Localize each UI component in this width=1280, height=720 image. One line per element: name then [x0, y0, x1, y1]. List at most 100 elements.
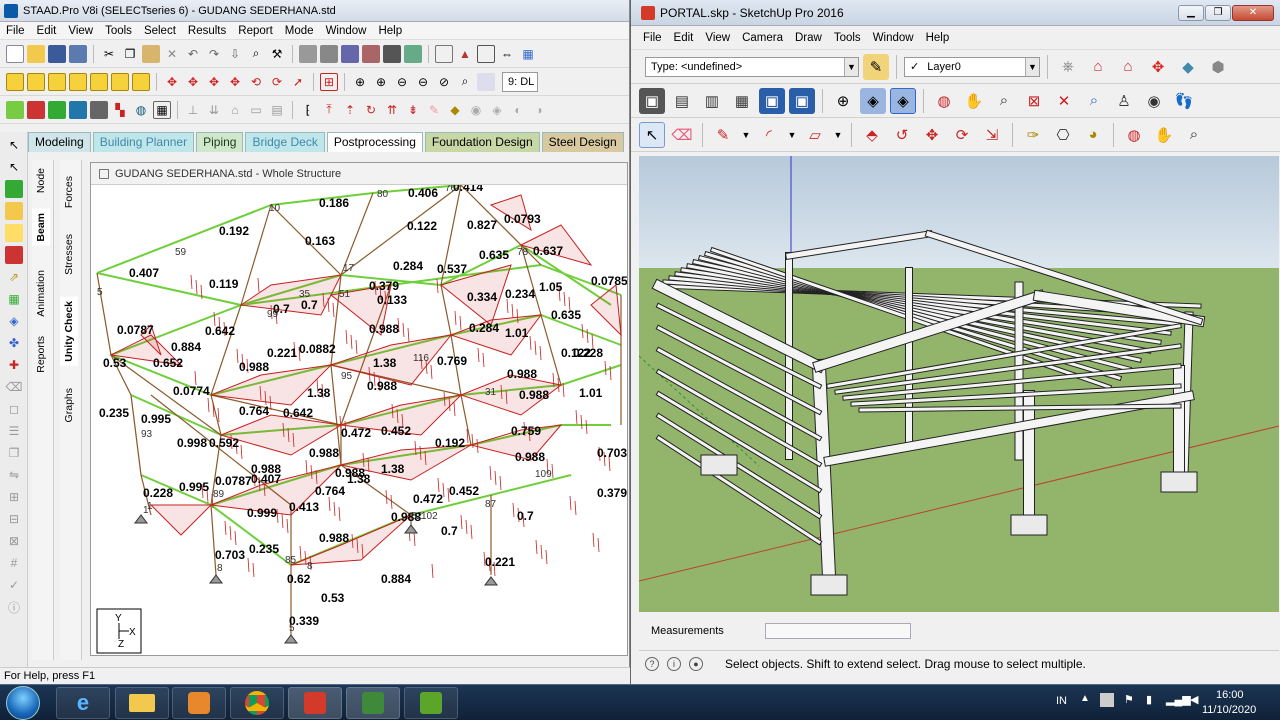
taskbar-chrome[interactable] [230, 687, 284, 719]
staad-menu-results[interactable]: Results [182, 25, 232, 37]
pan-small-icon[interactable]: ✋ [1151, 122, 1177, 148]
paint-bucket-icon[interactable]: ✎ [863, 53, 889, 80]
rotate-icon[interactable]: ⟳ [949, 122, 975, 148]
tape-measure-icon[interactable]: ✑ [1020, 122, 1046, 148]
eraser-tool-icon[interactable]: ⌫ [5, 378, 23, 396]
vtab-beam[interactable]: Beam [32, 209, 50, 246]
member-52[interactable] [210, 304, 242, 396]
vtab-animation[interactable]: Animation [32, 266, 50, 321]
chart-icon[interactable]: ▦ [519, 45, 537, 63]
shape-icon[interactable]: ◑ [530, 101, 548, 119]
style-textured-icon[interactable]: ▣ [759, 87, 785, 114]
report-icon[interactable] [362, 44, 380, 63]
dimension-icon[interactable]: ⇔ [498, 45, 516, 63]
su-menu-edit[interactable]: Edit [668, 32, 700, 44]
style-monochrome-icon[interactable]: ▣ [789, 87, 815, 114]
renumber-tool-icon[interactable]: # [5, 554, 23, 572]
delete-icon[interactable]: ✕ [163, 45, 181, 63]
structure-canvas[interactable]: 0.406 0.414 0.186 0.192 0.122 0.827 0.0793 0.16… [91, 185, 627, 655]
zoom-small-icon[interactable]: ⌕ [1181, 122, 1207, 148]
print-preview-icon[interactable] [320, 44, 338, 63]
bracket-icon[interactable]: ⁅ [299, 101, 317, 119]
staad-menu-tools[interactable]: Tools [99, 25, 138, 37]
tab-piping[interactable]: Piping [196, 132, 244, 152]
clock-time[interactable]: 16:00 [1216, 689, 1244, 701]
scale-icon[interactable]: ⇲ [979, 122, 1005, 148]
rotate-down-icon[interactable]: ✥ [184, 73, 202, 91]
back-view-icon[interactable] [48, 72, 66, 91]
text-label-icon[interactable]: ⎔ [1050, 122, 1076, 148]
beam-force-icon[interactable]: ⇟ [404, 101, 422, 119]
staad-menu-view[interactable]: View [62, 25, 99, 37]
warehouse-icon[interactable]: ⌂ [1085, 54, 1111, 80]
language-indicator[interactable]: IN [1056, 695, 1067, 707]
vtab-stresses[interactable]: Stresses [60, 230, 78, 279]
grid-icon[interactable]: ▦ [153, 100, 171, 119]
info-tool-icon[interactable]: ⓘ [5, 598, 23, 616]
global-icon[interactable]: ◍ [132, 101, 150, 119]
bottom-view-icon[interactable] [132, 72, 150, 91]
rectangle-icon[interactable]: ▱ [802, 122, 828, 148]
look-around-icon[interactable]: ◉ [1141, 88, 1167, 114]
cut-icon[interactable]: ✂ [100, 45, 118, 63]
geolocation-icon[interactable]: ? [645, 656, 659, 671]
tray-signal-icon[interactable]: ▂▄▆ [1166, 693, 1191, 706]
zoom-icon[interactable]: ⌕ [991, 88, 1017, 114]
rotate-tool-icon[interactable]: ⇗ [5, 268, 23, 286]
su-menu-camera[interactable]: Camera [736, 32, 789, 44]
save-icon[interactable] [48, 44, 66, 63]
rotate-right-icon[interactable]: ✥ [226, 73, 244, 91]
vtab-forces[interactable]: Forces [60, 172, 78, 212]
geometry-cursor-icon[interactable]: ▚ [111, 101, 129, 119]
staad-menu-help[interactable]: Help [372, 25, 408, 37]
member-32[interactable] [490, 474, 572, 496]
select-node-icon[interactable]: ↖ [5, 158, 23, 176]
su-menu-window[interactable]: Window [867, 32, 920, 44]
picture-icon[interactable] [341, 44, 359, 63]
tab-foundation-design[interactable]: Foundation Design [424, 132, 540, 152]
member-35[interactable] [130, 394, 142, 476]
tab-bridge-deck[interactable]: Bridge Deck [245, 132, 325, 152]
arc-icon[interactable]: ◜ [756, 122, 782, 148]
component-icon[interactable]: ◆ [1175, 54, 1201, 80]
tray-volume-icon[interactable]: ◀ [1190, 693, 1198, 706]
support-2[interactable] [284, 634, 298, 644]
search-icon[interactable]: ⌕ [247, 45, 265, 63]
print-icon[interactable] [299, 44, 317, 63]
su-menu-view[interactable]: View [699, 32, 736, 44]
vtab-graphs[interactable]: Graphs [60, 384, 78, 426]
move-tool-icon[interactable]: ✤ [5, 334, 23, 352]
measurements-input[interactable] [765, 623, 911, 639]
start-button[interactable] [6, 686, 40, 720]
beams-cursor-icon[interactable] [27, 100, 45, 119]
chevron-down-icon[interactable]: ▼ [786, 122, 798, 148]
stress-icon[interactable]: ◉ [467, 101, 485, 119]
taskbar-media[interactable] [172, 687, 226, 719]
staad-menu-select[interactable]: Select [138, 25, 182, 37]
member-23[interactable] [560, 364, 622, 386]
paste-icon[interactable] [142, 44, 160, 63]
staad-menu-mode[interactable]: Mode [279, 25, 320, 37]
load-icon[interactable]: ⇊ [205, 101, 223, 119]
staad-menu-edit[interactable]: Edit [31, 25, 63, 37]
mode-icon[interactable]: ◈ [488, 101, 506, 119]
support-3[interactable] [404, 524, 418, 534]
push-pull-icon[interactable]: ⬘ [859, 122, 885, 148]
user-icon[interactable]: ● [689, 656, 703, 671]
spin-left-icon[interactable]: ⟲ [247, 73, 265, 91]
open-folder-icon[interactable] [27, 44, 45, 63]
tray-power-icon[interactable]: ▮ [1146, 693, 1152, 706]
taskbar-sketchup[interactable] [288, 687, 342, 719]
staad-menu-window[interactable]: Window [320, 25, 373, 37]
su-menu-tools[interactable]: Tools [828, 32, 867, 44]
tray-network-icon[interactable] [1100, 693, 1114, 707]
style-shaded-icon[interactable]: ▦ [729, 88, 755, 114]
array-tool-icon[interactable]: ⊞ [5, 488, 23, 506]
sandbox-icon[interactable]: ⎈ [1055, 54, 1081, 80]
member-39[interactable] [210, 504, 217, 576]
paint-icon[interactable]: ◕ [1080, 122, 1106, 148]
copy-tool-icon[interactable]: ❐ [5, 444, 23, 462]
beam-tool-icon[interactable] [5, 202, 23, 220]
orbit-small-icon[interactable]: ◍ [1121, 122, 1147, 148]
mirror-tool-icon[interactable]: ⇋ [5, 466, 23, 484]
